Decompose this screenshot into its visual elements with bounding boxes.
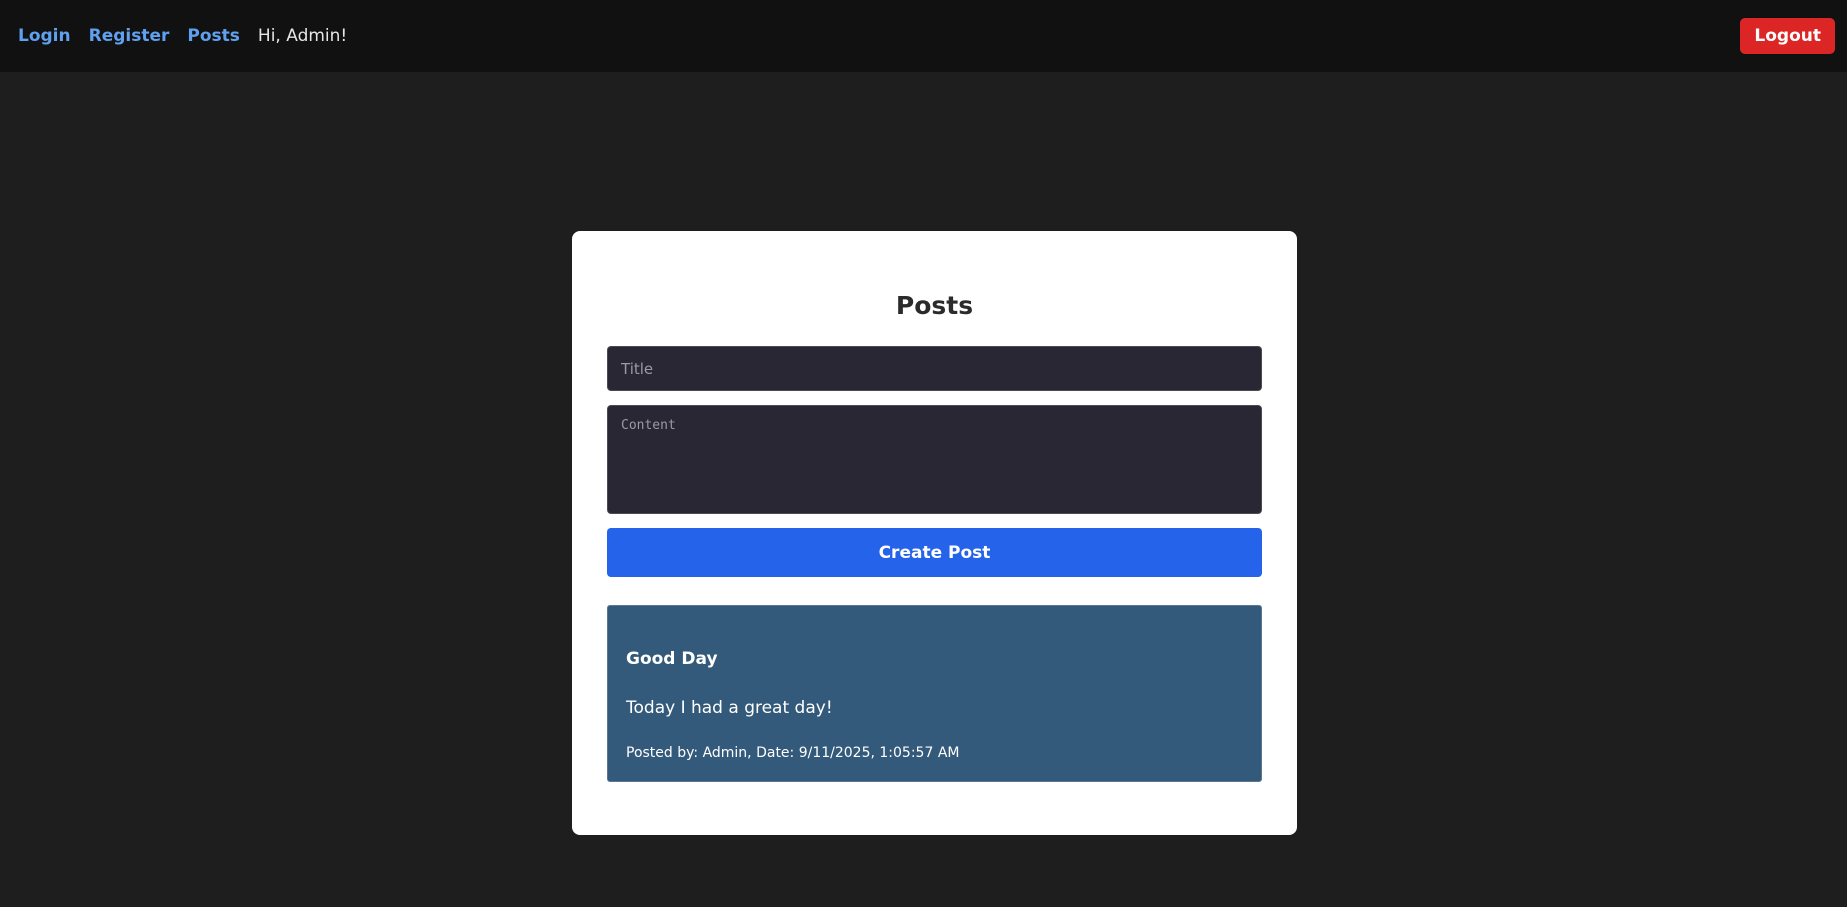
top-navbar: Login Register Posts Hi, Admin! Logout [0, 0, 1847, 72]
create-post-button[interactable]: Create Post [607, 528, 1262, 577]
user-greeting: Hi, Admin! [257, 26, 348, 46]
post-title-input[interactable] [607, 346, 1262, 391]
post-meta: Posted by: Admin, Date: 9/11/2025, 1:05:… [626, 745, 960, 761]
post-title: Good Day [626, 649, 718, 669]
post-content-textarea[interactable] [607, 405, 1262, 514]
logout-button[interactable]: Logout [1740, 18, 1835, 54]
nav-link-login[interactable]: Login [18, 26, 71, 46]
nav-link-register[interactable]: Register [89, 26, 170, 46]
posts-card: Posts Create Post Good Day Today I had a… [572, 231, 1297, 835]
post-item: Good Day Today I had a great day! Posted… [607, 605, 1262, 782]
nav-link-posts[interactable]: Posts [187, 26, 240, 46]
post-content: Today I had a great day! [626, 698, 833, 718]
page-title: Posts [895, 291, 974, 320]
